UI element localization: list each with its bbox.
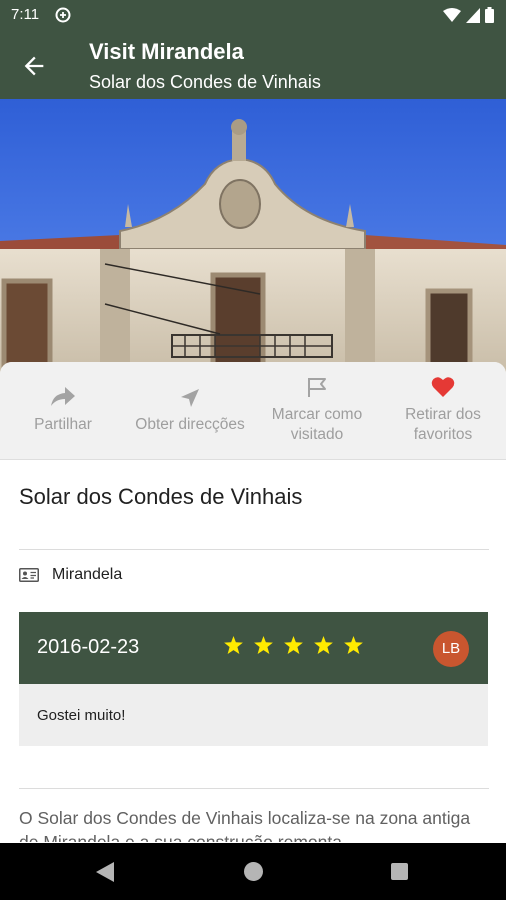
share-button[interactable]: Partilhar (19, 362, 107, 460)
mark-visited-button[interactable]: Marcar como visitado (262, 362, 372, 460)
divider (19, 788, 489, 789)
app-bar: Visit Mirandela Solar dos Condes de Vinh… (0, 30, 506, 99)
app-subtitle: Solar dos Condes de Vinhais (89, 72, 321, 92)
nav-home-icon[interactable] (244, 862, 263, 881)
divider (19, 549, 489, 550)
star-icon (314, 636, 333, 654)
mark-visited-label: Marcar como visitado (271, 406, 363, 443)
remove-favorite-button[interactable]: Retirar dos favoritos (388, 362, 498, 460)
review-text: Gostei muito! (37, 707, 126, 724)
system-nav-bar (0, 843, 506, 900)
action-bar: Partilhar Obter direcções Marcar como vi… (0, 362, 506, 460)
place-description: O Solar dos Condes de Vinhais localiza-s… (19, 808, 471, 842)
signal-icon (466, 7, 480, 23)
status-time: 7:11 (11, 6, 40, 23)
review-date: 2016-02-23 (37, 636, 140, 658)
app-title: Visit Mirandela (89, 39, 244, 64)
get-directions-label: Obter direcções (135, 416, 245, 433)
star-icon (224, 636, 243, 654)
data-saver-icon (55, 7, 71, 23)
place-title: Solar dos Condes de Vinhais (19, 484, 303, 509)
battery-icon (485, 7, 494, 23)
avatar[interactable]: LB (433, 631, 469, 667)
get-directions-button[interactable]: Obter direcções (124, 362, 256, 460)
nav-back-icon[interactable] (96, 862, 114, 882)
hero-photo (0, 99, 506, 374)
heart-icon (431, 377, 455, 397)
star-icon (344, 636, 363, 654)
id-card-icon (19, 568, 39, 582)
status-bar: 7:11 (0, 0, 506, 30)
wifi-icon (443, 7, 461, 22)
review-header: 2016-02-23 LB (19, 612, 488, 684)
status-icons (443, 6, 494, 24)
nav-recents-icon[interactable] (391, 863, 408, 880)
star-icon (284, 636, 303, 654)
review-rating (224, 636, 363, 654)
back-arrow-icon[interactable] (20, 52, 48, 80)
share-label: Partilhar (34, 416, 92, 433)
location-text: Mirandela (52, 566, 123, 583)
navigation-arrow-icon (181, 389, 199, 407)
flag-icon (308, 378, 326, 397)
place-card: Partilhar Obter direcções Marcar como vi… (0, 362, 506, 842)
share-icon (51, 387, 75, 406)
star-icon (254, 636, 273, 654)
remove-favorite-label: Retirar dos favoritos (405, 406, 481, 443)
review-body: Gostei muito! (19, 684, 488, 746)
